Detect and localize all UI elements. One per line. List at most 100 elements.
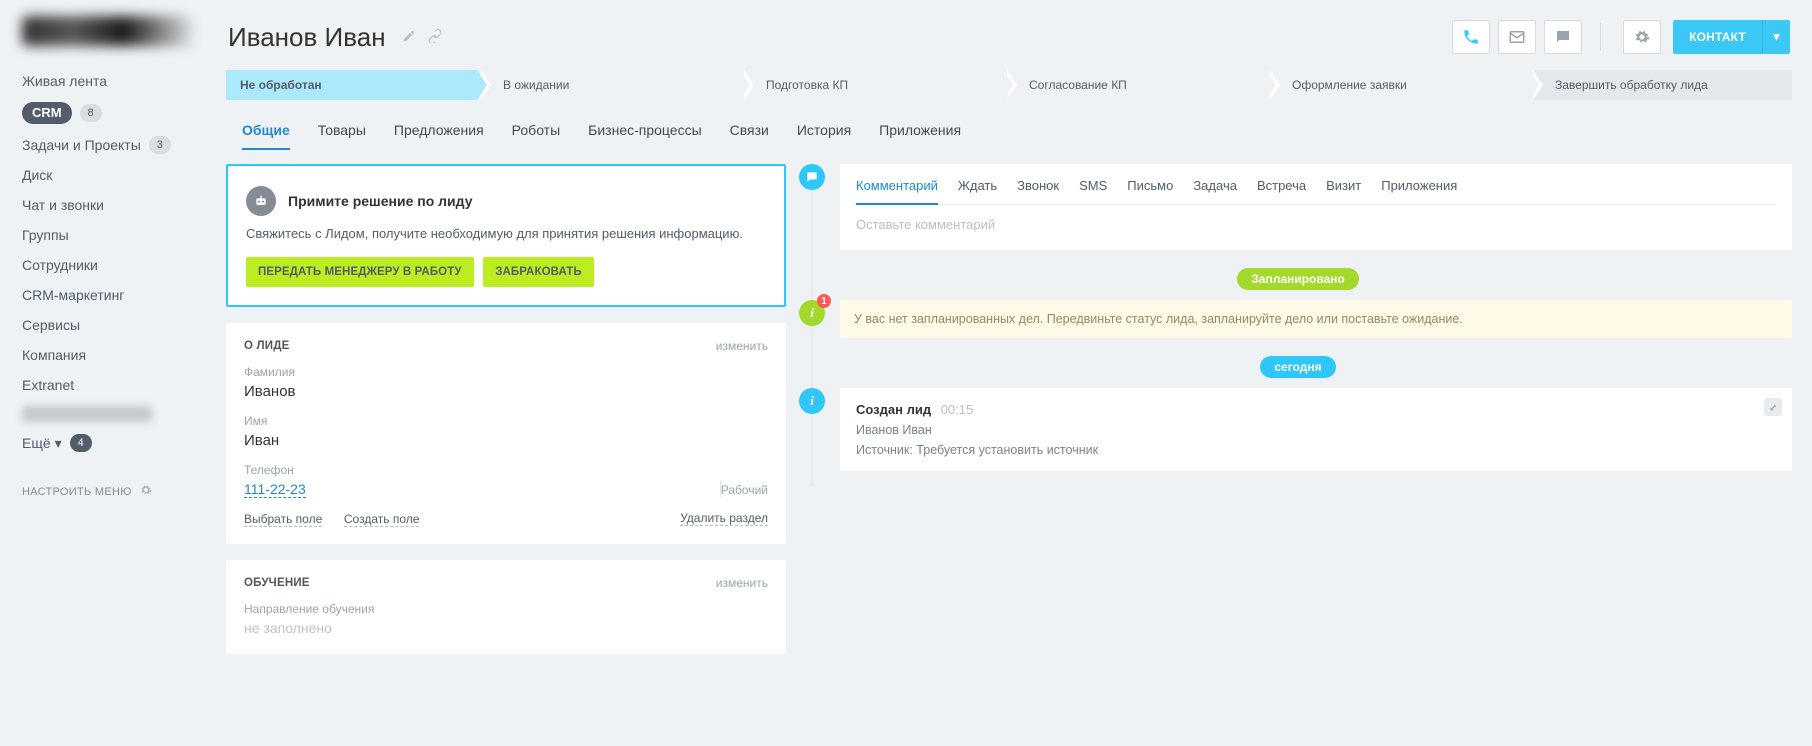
tab-links[interactable]: Связи — [730, 122, 769, 150]
reject-button[interactable]: ЗАБРАКОВАТЬ — [483, 257, 594, 287]
edit-icon[interactable] — [402, 29, 416, 46]
section-edit[interactable]: изменить — [716, 576, 768, 590]
detail-tabs: Общие Товары Предложения Роботы Бизнес-п… — [224, 100, 1794, 150]
sidebar-item-employees[interactable]: Сотрудники — [0, 250, 210, 280]
separator — [1600, 23, 1601, 51]
lastname-value: Иванов — [244, 383, 768, 400]
logo — [0, 8, 210, 66]
call-button[interactable] — [1452, 20, 1490, 54]
sidebar-item-marketing[interactable]: CRM-маркетинг — [0, 280, 210, 310]
sidebar-badge: 3 — [149, 136, 171, 154]
tab-robots[interactable]: Роботы — [512, 122, 560, 150]
education-section: ОБУЧЕНИЕ изменить Направление обучения н… — [226, 560, 786, 654]
ctab-sms[interactable]: SMS — [1079, 178, 1107, 204]
sidebar-item-crm[interactable]: CRM 8 — [0, 96, 210, 130]
comment-node: Комментарий Ждать Звонок SMS Письмо Зада… — [804, 164, 1792, 250]
sidebar-more-badge: 4 — [70, 434, 92, 452]
ctab-visit[interactable]: Визит — [1326, 178, 1361, 204]
ctab-comment[interactable]: Комментарий — [856, 178, 938, 205]
timeline-column: Комментарий Ждать Звонок SMS Письмо Зада… — [804, 164, 1792, 487]
tab-bp[interactable]: Бизнес-процессы — [588, 122, 701, 150]
sidebar-item-services[interactable]: Сервисы — [0, 310, 210, 340]
stage-5[interactable]: Оформление заявки — [1270, 70, 1529, 100]
sidebar-item-hidden — [22, 406, 152, 422]
tab-products[interactable]: Товары — [318, 122, 366, 150]
create-field-link[interactable]: Создать поле — [344, 512, 420, 527]
robot-icon — [246, 186, 276, 216]
gear-icon — [140, 484, 152, 499]
firstname-label: Имя — [244, 414, 768, 428]
section-title: ОБУЧЕНИЕ — [244, 577, 310, 589]
stage-3[interactable]: Подготовка КП — [744, 70, 1003, 100]
details-column: Примите решение по лиду Свяжитесь с Лидо… — [226, 164, 786, 670]
stage-2[interactable]: В ожидании — [481, 70, 740, 100]
link-icon[interactable] — [428, 29, 442, 46]
stage-finish[interactable]: Завершить обработку лида — [1533, 70, 1792, 100]
sidebar-settings[interactable]: НАСТРОИТЬ МЕНЮ — [0, 458, 210, 507]
chat-icon — [1554, 28, 1572, 46]
event-line1: Иванов Иван — [856, 423, 1776, 437]
contact-button[interactable]: КОНТАКТ — [1673, 20, 1762, 54]
stage-4[interactable]: Согласование КП — [1007, 70, 1266, 100]
tab-offers[interactable]: Предложения — [394, 122, 484, 150]
sidebar-item-tasks[interactable]: Задачи и Проекты 3 — [0, 130, 210, 160]
ctab-wait[interactable]: Ждать — [958, 178, 997, 204]
mail-button[interactable] — [1498, 20, 1536, 54]
stage-1[interactable]: Не обработан — [226, 70, 477, 100]
sidebar-badge: 8 — [80, 104, 102, 122]
contact-dropdown[interactable]: ▾ — [1762, 20, 1790, 54]
comment-input[interactable]: Оставьте комментарий — [856, 217, 1776, 232]
section-edit[interactable]: изменить — [716, 339, 768, 353]
ctab-task[interactable]: Задача — [1193, 178, 1237, 204]
no-activities-warning: У вас нет запланированных дел. Передвинь… — [840, 300, 1792, 338]
ctab-mail[interactable]: Письмо — [1127, 178, 1173, 204]
header: Иванов Иван КОН — [224, 0, 1794, 62]
info-icon: i 1 — [799, 300, 825, 326]
assign-manager-button[interactable]: ПЕРЕДАТЬ МЕНЕДЖЕРУ В РАБОТУ — [246, 257, 474, 287]
comment-tabs: Комментарий Ждать Звонок SMS Письмо Зада… — [856, 178, 1776, 205]
event-line2: Источник: Требуется установить источник — [856, 443, 1776, 457]
lastname-label: Фамилия — [244, 365, 768, 379]
sidebar-item-company[interactable]: Компания — [0, 340, 210, 370]
decision-card: Примите решение по лиду Свяжитесь с Лидо… — [226, 164, 786, 307]
page-title: Иванов Иван — [228, 22, 386, 53]
direction-value: не заполнено — [244, 620, 768, 636]
direction-label: Направление обучения — [244, 602, 768, 616]
speech-icon — [799, 164, 825, 190]
pin-icon[interactable] — [1764, 398, 1782, 416]
phone-link[interactable]: 111-22-23 — [244, 481, 306, 498]
phone-icon — [1462, 28, 1480, 46]
chevron-down-icon: ▾ — [1773, 29, 1780, 45]
decision-title: Примите решение по лиду — [288, 193, 473, 209]
tab-history[interactable]: История — [797, 122, 851, 150]
ctab-meet[interactable]: Встреча — [1257, 178, 1306, 204]
warning-badge: 1 — [817, 294, 831, 308]
stages-bar: Не обработан В ожидании Подготовка КП Со… — [226, 70, 1792, 100]
section-title: О ЛИДЕ — [244, 340, 290, 352]
sidebar-item-disk[interactable]: Диск — [0, 160, 210, 190]
ctab-apps[interactable]: Приложения — [1381, 178, 1457, 204]
lead-created-node: i Создан лид 00:15 Иванов Иван Источник:… — [804, 388, 1792, 471]
tab-general[interactable]: Общие — [242, 122, 290, 150]
ctab-call[interactable]: Звонок — [1017, 178, 1059, 204]
sidebar: Живая лента CRM 8 Задачи и Проекты 3 Дис… — [0, 0, 210, 746]
main: Иванов Иван КОН — [210, 0, 1812, 746]
info-icon: i — [799, 388, 825, 414]
gear-icon — [1634, 29, 1650, 45]
phone-label: Телефон — [244, 463, 768, 477]
sidebar-item-feed[interactable]: Живая лента — [0, 66, 210, 96]
delete-section-link[interactable]: Удалить раздел — [680, 511, 768, 526]
select-field-link[interactable]: Выбрать поле — [244, 512, 322, 527]
chat-button[interactable] — [1544, 20, 1582, 54]
tab-apps[interactable]: Приложения — [879, 122, 961, 150]
sidebar-item-extranet[interactable]: Extranet — [0, 370, 210, 400]
firstname-value: Иван — [244, 432, 768, 449]
event-time: 00:15 — [941, 402, 974, 417]
sidebar-item-chat[interactable]: Чат и звонки — [0, 190, 210, 220]
mail-icon — [1508, 28, 1526, 46]
sidebar-item-groups[interactable]: Группы — [0, 220, 210, 250]
today-divider: сегодня — [804, 356, 1792, 378]
sidebar-more[interactable]: Ещё▾ 4 — [0, 428, 210, 458]
planned-divider: Запланировано — [804, 268, 1792, 290]
settings-button[interactable] — [1623, 20, 1661, 54]
